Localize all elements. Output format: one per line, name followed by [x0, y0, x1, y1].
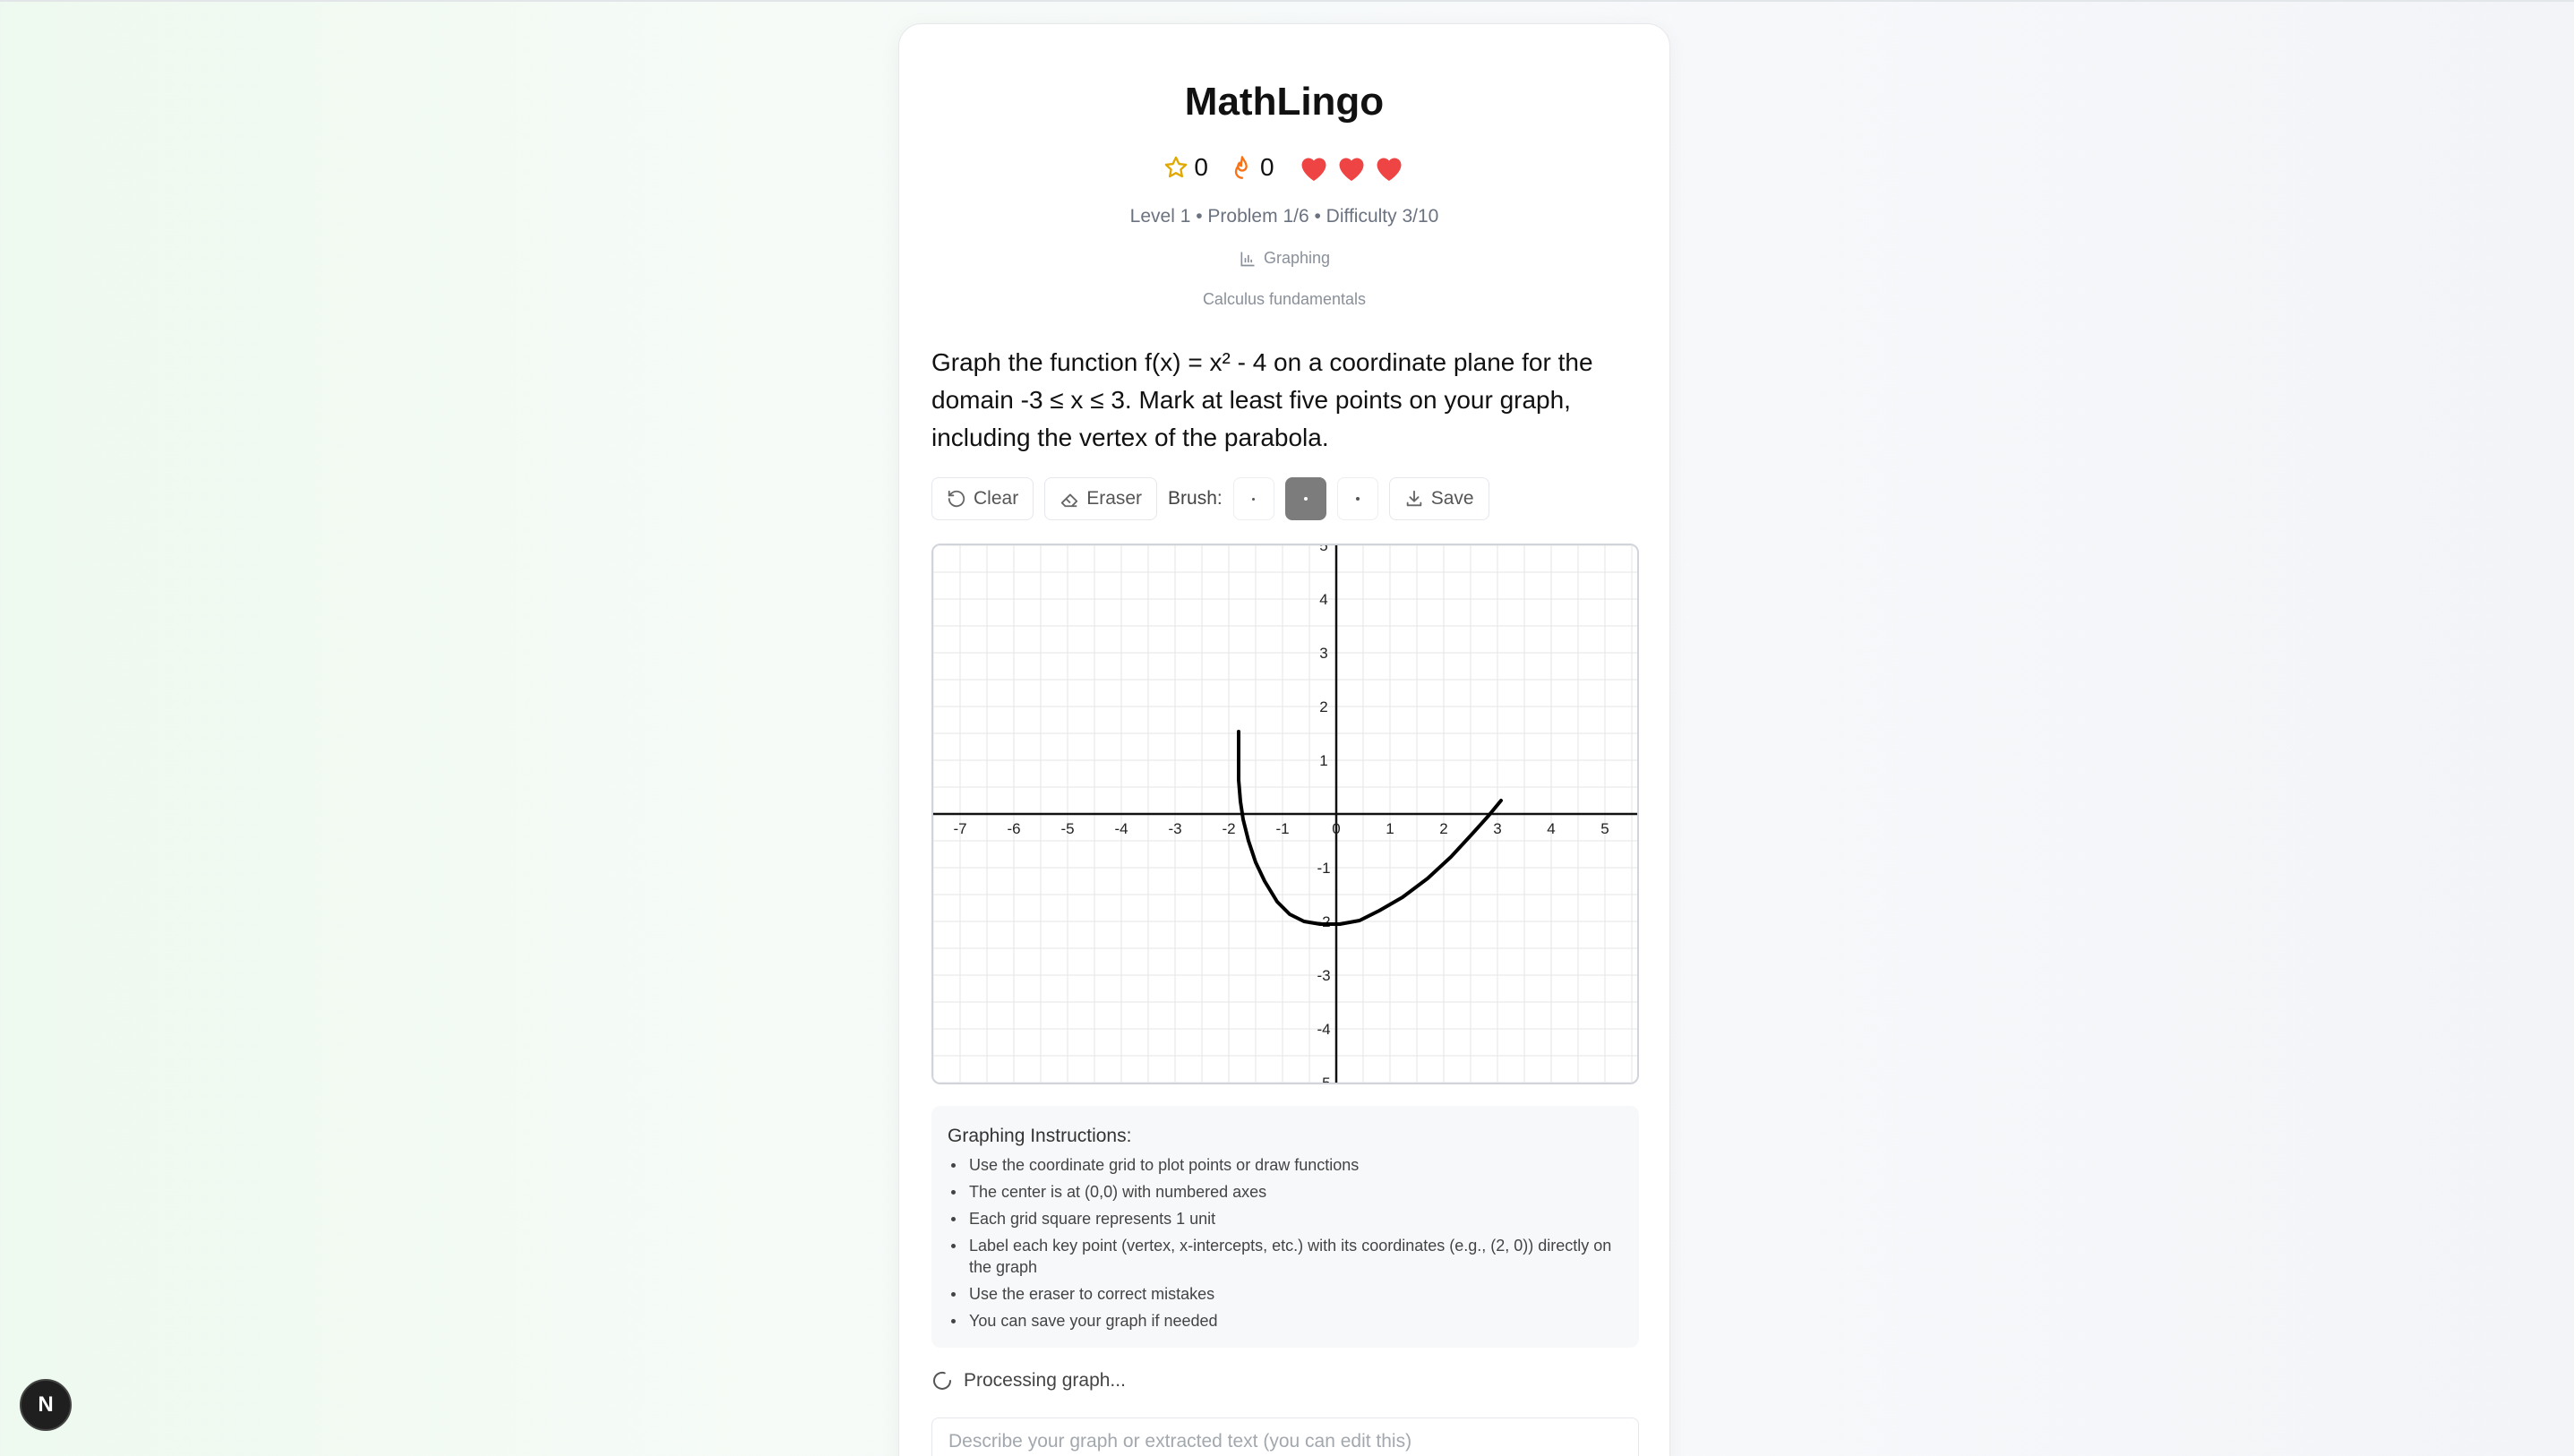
- y-tick-label: 2: [1319, 698, 1327, 715]
- heart-icon: [1377, 158, 1402, 181]
- heart-icon: [1301, 158, 1326, 181]
- y-tick-label: 4: [1319, 591, 1327, 608]
- x-tick-label: 1: [1386, 820, 1394, 837]
- save-label: Save: [1430, 488, 1474, 509]
- x-tick-label: -7: [953, 820, 966, 837]
- topic-tag: Graphing: [899, 249, 1669, 268]
- instruction-item: Each grid square represents 1 unit: [948, 1208, 1623, 1229]
- y-tick-label: -1: [1317, 860, 1330, 877]
- brush-size-large[interactable]: [1336, 477, 1378, 520]
- instruction-item: You can save your graph if needed: [948, 1310, 1623, 1332]
- stars-count: 0: [1194, 153, 1208, 181]
- save-button[interactable]: Save: [1388, 477, 1489, 520]
- x-tick-label: 5: [1600, 820, 1609, 837]
- x-tick-label: -4: [1114, 820, 1128, 837]
- level-info: Level 1 • Problem 1/6 • Difficulty 3/10: [1129, 206, 1439, 227]
- heart-icon: [1339, 158, 1364, 181]
- rotate-ccw-icon: [948, 490, 965, 508]
- y-tick-label: -3: [1317, 967, 1330, 984]
- hearts-lives: [1298, 152, 1405, 183]
- clear-label: Clear: [974, 488, 1019, 509]
- streak-count: 0: [1260, 153, 1274, 181]
- instructions-list: Use the coordinate grid to plot points o…: [948, 1154, 1623, 1332]
- x-tick-label: 4: [1547, 820, 1555, 837]
- x-tick-label: 2: [1439, 820, 1447, 837]
- brush-size-small[interactable]: [1232, 477, 1274, 520]
- spinner-icon: [933, 1371, 951, 1390]
- y-tick-label: 5: [1319, 545, 1327, 554]
- streak-stat: 0: [1230, 153, 1274, 182]
- main-card: MathLingo 0 0 Level 1 • Problem 1/6 • Di…: [898, 23, 1670, 1456]
- download-icon: [1406, 490, 1421, 507]
- eraser-button[interactable]: Eraser: [1044, 477, 1158, 520]
- app-title: MathLingo: [1184, 80, 1385, 124]
- instruction-item: Label each key point (vertex, x-intercep…: [948, 1235, 1623, 1278]
- instructions-title: Graphing Instructions:: [948, 1126, 1132, 1146]
- y-tick-label: -5: [1317, 1075, 1330, 1083]
- graph-canvas[interactable]: -7 -6 -5 -4 -3 -2 -1 0 1 2 3 4 5 5 4 3 2 1 -1 -2 -3 -4 -5: [931, 544, 1639, 1084]
- x-tick-label: -3: [1168, 820, 1181, 837]
- graph-description-input[interactable]: [931, 1417, 1639, 1456]
- topic-label: Graphing: [1263, 249, 1331, 267]
- flame-icon: [1234, 156, 1248, 179]
- nextjs-dev-badge[interactable]: N: [20, 1379, 72, 1431]
- eraser-label: Eraser: [1086, 488, 1143, 509]
- clear-button[interactable]: Clear: [931, 477, 1034, 520]
- brush-dot-icon: [1355, 497, 1360, 501]
- instruction-item: Use the coordinate grid to plot points o…: [948, 1154, 1623, 1176]
- processing-text: Processing graph...: [964, 1370, 1126, 1391]
- bar-chart-icon: [1240, 252, 1255, 266]
- brush-dot-icon: [1303, 497, 1308, 501]
- drawing-toolbar: Clear Eraser Brush: Save: [931, 476, 1639, 521]
- instruction-item: Use the eraser to correct mistakes: [948, 1283, 1623, 1305]
- stats-bar: 0 0: [899, 150, 1669, 185]
- eraser-icon: [1061, 493, 1078, 508]
- y-tick-label: 3: [1319, 645, 1327, 662]
- x-tick-label: 0: [1332, 820, 1340, 837]
- x-tick-label: -1: [1275, 820, 1289, 837]
- graph-svg[interactable]: -7 -6 -5 -4 -3 -2 -1 0 1 2 3 4 5 5 4 3 2 1 -1 -2 -3 -4 -5: [933, 545, 1637, 1083]
- x-tick-label: -5: [1060, 820, 1074, 837]
- brush-size-medium[interactable]: [1284, 477, 1326, 520]
- stars-stat: 0: [1163, 153, 1208, 182]
- instructions-panel: Graphing Instructions: Use the coordinat…: [931, 1106, 1639, 1348]
- top-border: [0, 0, 2574, 2]
- subtopic-label: Calculus fundamentals: [1202, 290, 1367, 308]
- x-tick-label: 3: [1493, 820, 1501, 837]
- problem-statement: Graph the function f(x) = x² - 4 on a co…: [931, 348, 1593, 451]
- instruction-item: The center is at (0,0) with numbered axe…: [948, 1181, 1623, 1203]
- brush-dot-icon: [1252, 497, 1256, 501]
- y-tick-label: -4: [1317, 1021, 1330, 1038]
- y-tick-label: 1: [1319, 752, 1327, 769]
- brush-label: Brush:: [1168, 488, 1223, 509]
- processing-status: Processing graph...: [931, 1370, 1126, 1392]
- y-tick-label: -2: [1317, 913, 1330, 930]
- star-icon: [1165, 156, 1188, 178]
- x-tick-label: -2: [1222, 820, 1235, 837]
- badge-letter: N: [38, 1392, 54, 1417]
- x-tick-label: -6: [1007, 820, 1020, 837]
